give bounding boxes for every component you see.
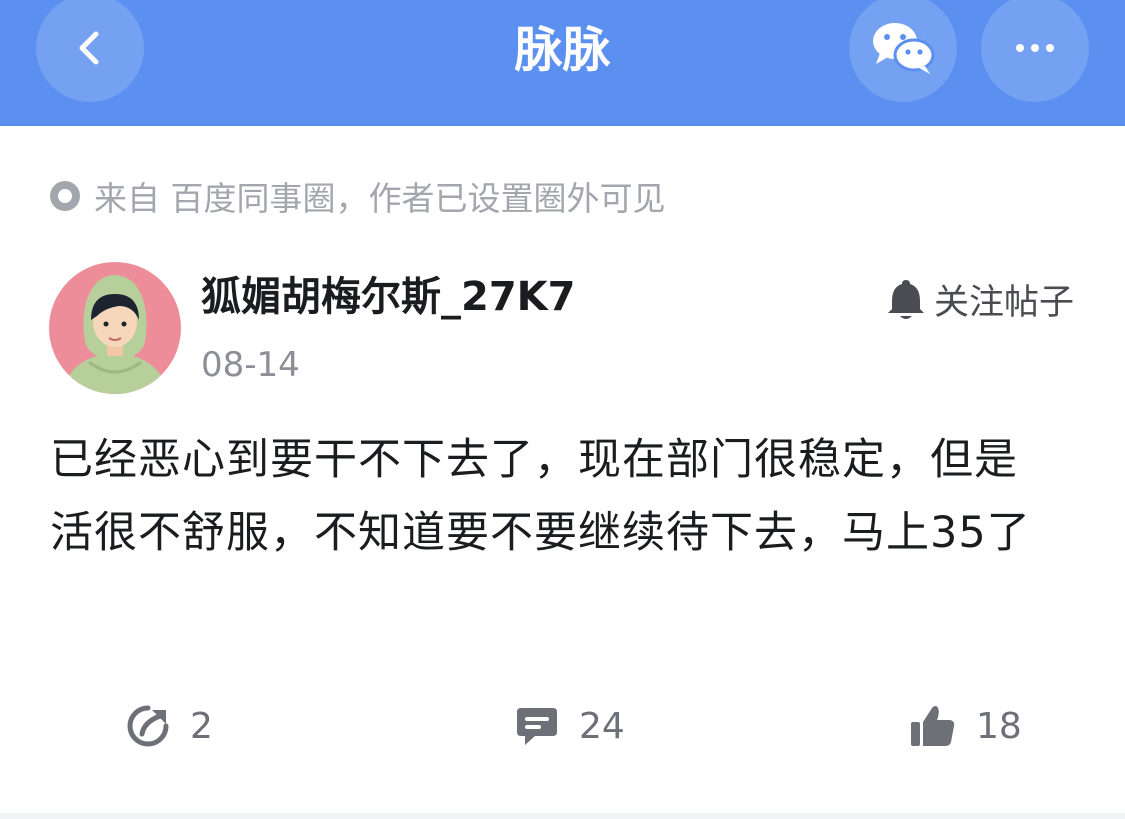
post-content: 已经恶心到要干不下去了，现在部门很稳定，但是活很不舒服，不知道要不要继续待下去，…	[50, 435, 1031, 558]
comment-count: 24	[579, 705, 625, 747]
post-source-line: 来自 百度同事圈，作者已设置圈外可见	[48, 174, 666, 218]
more-button[interactable]	[981, 0, 1089, 102]
follow-post-button[interactable]: 关注帖子	[886, 274, 1074, 324]
wechat-share-button[interactable]	[849, 0, 957, 102]
like-count: 18	[976, 705, 1022, 747]
bottom-divider	[0, 813, 1125, 819]
wechat-icon	[873, 23, 935, 74]
comment-icon	[517, 708, 557, 745]
share-action[interactable]: 2	[126, 700, 213, 752]
comment-action[interactable]: 24	[515, 700, 625, 752]
bell-icon	[888, 280, 924, 319]
follow-post-label: 关注帖子	[934, 282, 1075, 323]
circle-source-icon	[48, 179, 82, 213]
avatar[interactable]	[49, 262, 181, 394]
share-icon	[127, 705, 169, 747]
share-count: 2	[190, 705, 213, 747]
more-dots-icon	[1016, 44, 1054, 52]
like-action[interactable]: 18	[910, 700, 1022, 752]
top-bar: 脉脉	[0, 0, 1125, 126]
post-source-text: 来自 百度同事圈，作者已设置圈外可见	[94, 179, 666, 218]
author-name[interactable]: 狐媚胡梅尔斯_27K7	[201, 272, 576, 322]
post-date: 08-14	[201, 345, 300, 385]
thumbs-up-icon	[911, 706, 955, 746]
